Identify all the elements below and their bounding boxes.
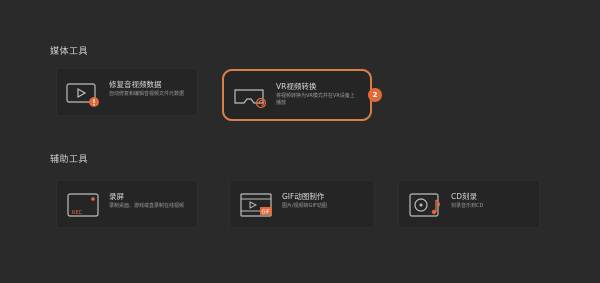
screen-record-name: 录屏: [109, 192, 124, 201]
vr-headset-icon: [234, 89, 267, 109]
cd-burn-icon: [409, 193, 440, 217]
screen-record-card[interactable]: REC 录屏 录制桌面、游戏或直录制在线视频: [56, 180, 198, 228]
gif-maker-name: GIF动图制作: [282, 192, 325, 201]
vr-convert-desc: 将视频转换为VR模式并在VR设备上播放: [276, 93, 355, 106]
media-tools-title: 媒体工具: [50, 47, 89, 57]
aux-tools-title: 辅助工具: [50, 155, 89, 165]
video-repair-icon: [66, 83, 99, 107]
repair-media-desc: 自动修复和编辑音视频文件元数据: [109, 91, 185, 97]
step-badge: 2: [368, 88, 382, 102]
gif-maker-desc: 图片/视频转GIF动图: [282, 203, 327, 209]
screen-record-desc: 录制桌面、游戏或直录制在线视频: [109, 203, 185, 209]
gif-maker-icon: GIF: [240, 193, 272, 217]
vr-convert-card[interactable]: VR视频转换 将视频转换为VR模式并在VR设备上播放: [222, 69, 372, 121]
repair-media-card[interactable]: 修复音视频数据 自动修复和编辑音视频文件元数据: [56, 68, 198, 116]
gif-maker-card[interactable]: GIF GIF动图制作 图片/视频转GIF动图: [229, 180, 375, 228]
cd-burn-desc: 刻录音乐到CD: [451, 203, 484, 209]
vr-convert-name: VR视频转换: [276, 82, 317, 91]
svg-text:GIF: GIF: [262, 210, 270, 216]
repair-media-name: 修复音视频数据: [109, 80, 162, 89]
screen-record-icon: REC: [67, 193, 99, 217]
svg-text:REC: REC: [72, 210, 83, 216]
cd-burn-name: CD刻录: [451, 192, 478, 201]
cd-burn-card[interactable]: CD刻录 刻录音乐到CD: [398, 180, 540, 228]
